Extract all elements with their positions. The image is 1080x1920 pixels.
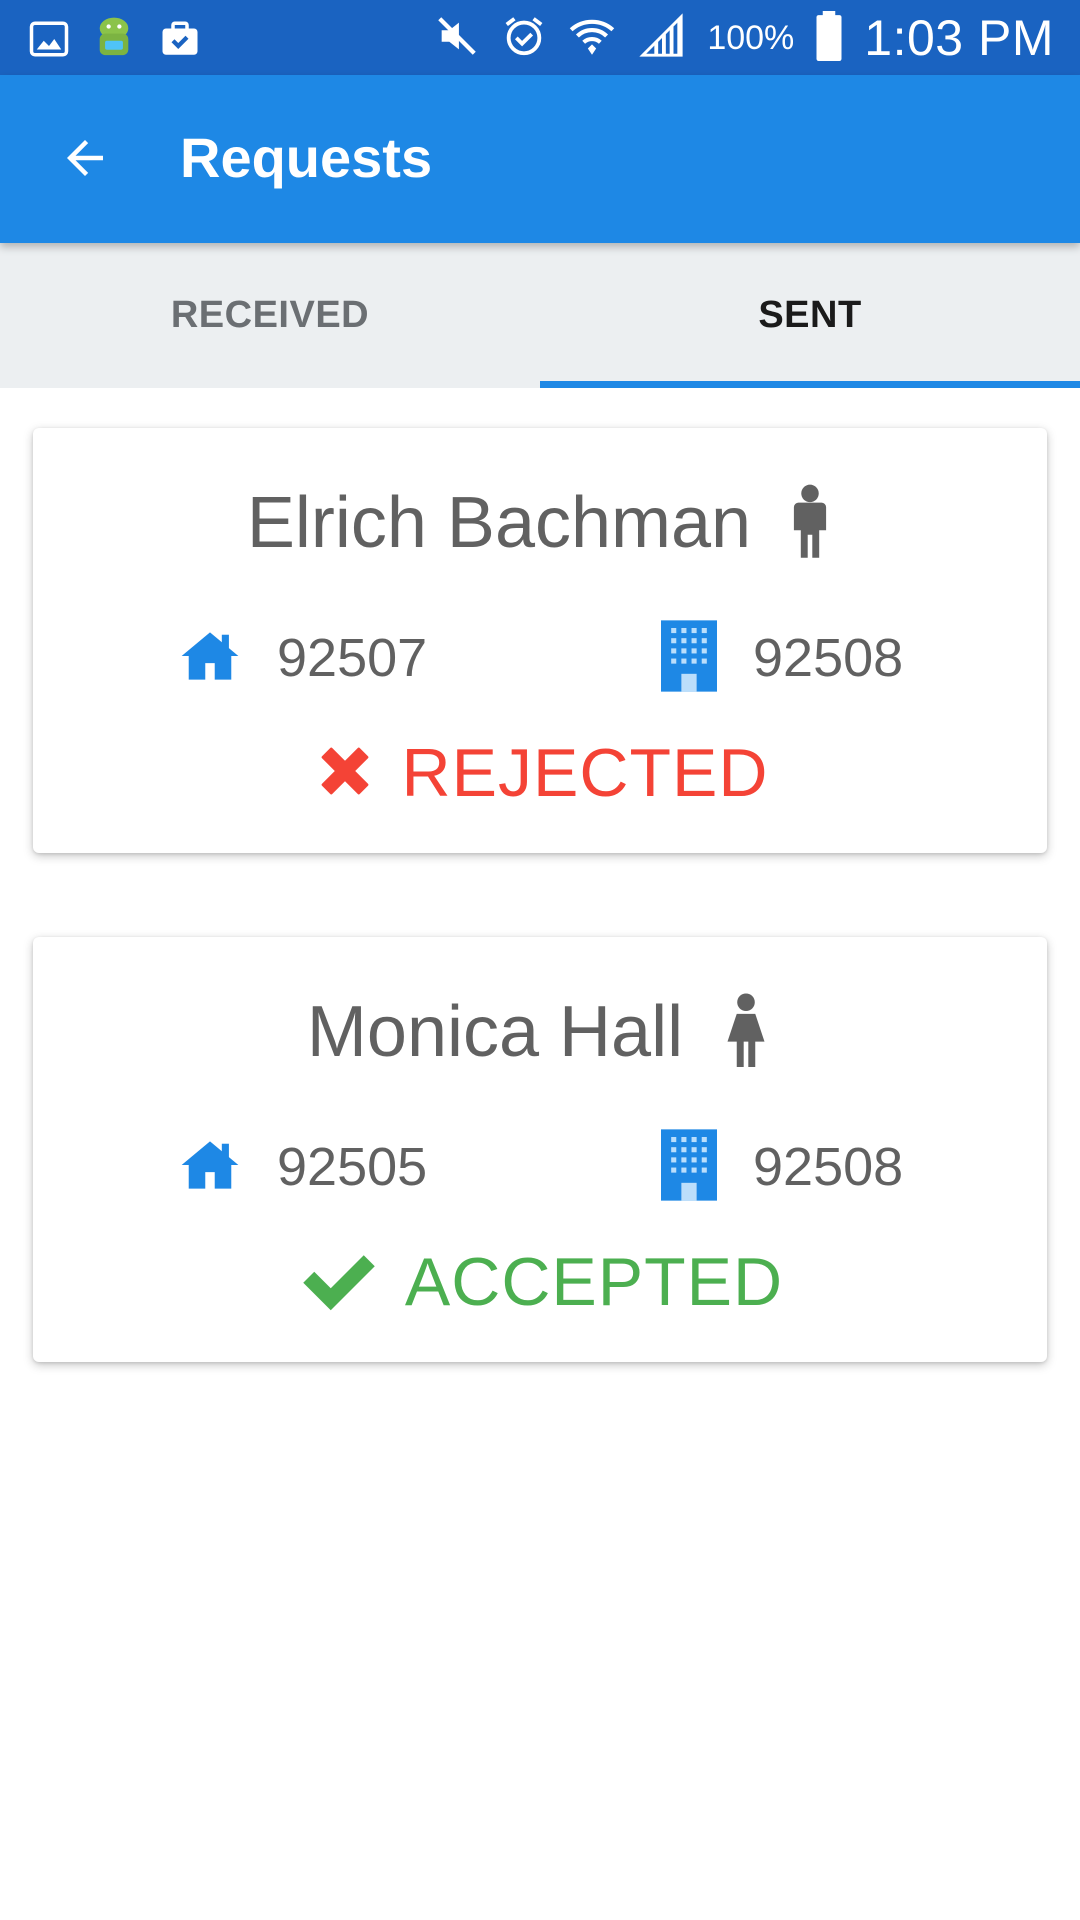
mute-icon: [433, 13, 481, 63]
battery-percent: 100%: [707, 18, 795, 57]
home-zip-value: 92507: [277, 628, 428, 688]
status-bar-system: 100% 1:03 PM: [433, 8, 1054, 68]
android-icon: [92, 14, 136, 68]
home-icon: [179, 630, 241, 686]
tab-received[interactable]: RECEIVED: [0, 243, 540, 388]
building-icon: [661, 1129, 717, 1205]
male-icon: [787, 484, 833, 562]
tab-bar: RECEIVED SENT: [0, 243, 1080, 388]
work-zip-value: 92508: [753, 628, 904, 688]
work-zip-value: 92508: [753, 1137, 904, 1197]
home-zip: 92505: [179, 1127, 427, 1207]
zip-row: 92505 92508: [33, 1127, 1047, 1207]
battery-icon: [814, 11, 844, 65]
app-bar: Requests: [0, 75, 1080, 243]
alarm-icon: [501, 13, 547, 63]
request-name-row: Monica Hall: [33, 987, 1047, 1077]
status-bar: 100% 1:03 PM: [0, 0, 1080, 75]
x-icon: [312, 738, 378, 808]
request-name-row: Elrich Bachman: [33, 478, 1047, 568]
status-label: REJECTED: [401, 735, 769, 811]
wifi-icon: [567, 11, 617, 65]
request-card[interactable]: Monica Hall 92505 92508 ACCEPTED: [33, 937, 1047, 1362]
tab-sent[interactable]: SENT: [540, 243, 1080, 388]
building-icon: [661, 620, 717, 696]
person-name: Elrich Bachman: [246, 483, 752, 563]
briefcase-check-icon: [158, 18, 202, 64]
zip-row: 92507 92508: [33, 618, 1047, 698]
home-zip: 92507: [179, 618, 427, 698]
request-status: ACCEPTED: [33, 1237, 1047, 1327]
page-title: Requests: [180, 126, 433, 189]
person-name: Monica Hall: [306, 992, 684, 1072]
home-zip-value: 92505: [277, 1137, 428, 1197]
check-icon: [297, 1247, 381, 1317]
arrow-back-icon: [58, 131, 112, 189]
work-zip: 92508: [661, 618, 903, 698]
status-label: ACCEPTED: [404, 1244, 784, 1320]
signal-icon: [637, 13, 687, 63]
status-bar-notifications: [28, 14, 202, 68]
work-zip: 92508: [661, 1127, 903, 1207]
female-icon: [719, 993, 773, 1071]
image-icon: [28, 18, 70, 64]
request-card[interactable]: Elrich Bachman 92507 92508 REJECTED: [33, 428, 1047, 853]
back-button[interactable]: [48, 123, 122, 197]
home-icon: [179, 1139, 241, 1195]
request-status: REJECTED: [33, 728, 1047, 818]
status-time: 1:03 PM: [864, 10, 1054, 66]
